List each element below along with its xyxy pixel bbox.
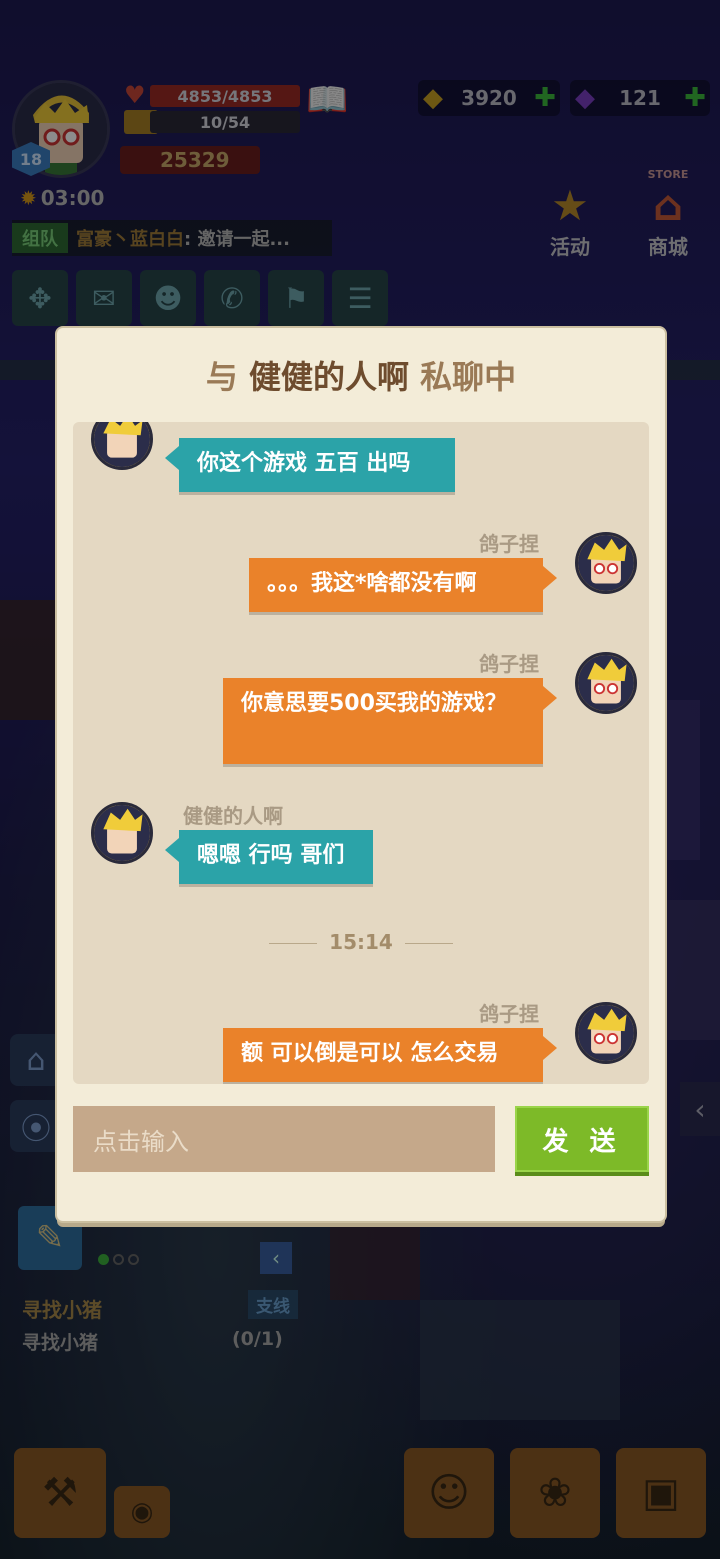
title-prefix: 与	[205, 358, 238, 396]
chat-partner-name: 健健的人啊	[248, 358, 409, 396]
my-face-icon	[578, 655, 634, 711]
my-avatar	[575, 532, 637, 594]
message-sender: 健健的人啊	[183, 804, 283, 828]
message-bubble: 额 可以倒是可以 怎么交易	[223, 1028, 543, 1082]
message-bubble: 你意思要500买我的游戏？	[223, 678, 543, 764]
time-separator: 15:14	[73, 930, 649, 954]
my-face-icon	[578, 535, 634, 591]
message-sender: 鸽子捏	[479, 1002, 539, 1026]
my-avatar	[575, 1002, 637, 1064]
partner-face-icon	[94, 805, 150, 861]
private-chat-dialog: 与 健健的人啊 私聊中 你这个游戏 五百 出吗 鸽子捏 。。。我这*啥都没有啊 …	[57, 328, 665, 1221]
message-sender: 鸽子捏	[479, 652, 539, 676]
message-bubble: 你这个游戏 五百 出吗	[179, 438, 455, 492]
message-bubble: 。。。我这*啥都没有啊	[249, 558, 543, 612]
title-suffix: 私聊中	[420, 358, 517, 396]
dialog-title: 与 健健的人啊 私聊中	[57, 352, 665, 398]
partner-face-icon	[94, 422, 150, 467]
partner-avatar	[91, 802, 153, 864]
my-avatar	[575, 652, 637, 714]
partner-avatar	[91, 422, 153, 470]
message-input[interactable]: 点击输入	[73, 1106, 495, 1172]
send-button[interactable]: 发 送	[515, 1106, 649, 1172]
message-bubble: 嗯嗯 行吗 哥们	[179, 830, 373, 884]
chat-history[interactable]: 你这个游戏 五百 出吗 鸽子捏 。。。我这*啥都没有啊 鸽子捏 你意思要500买…	[73, 422, 649, 1084]
message-sender: 鸽子捏	[479, 532, 539, 556]
my-face-icon	[578, 1005, 634, 1061]
